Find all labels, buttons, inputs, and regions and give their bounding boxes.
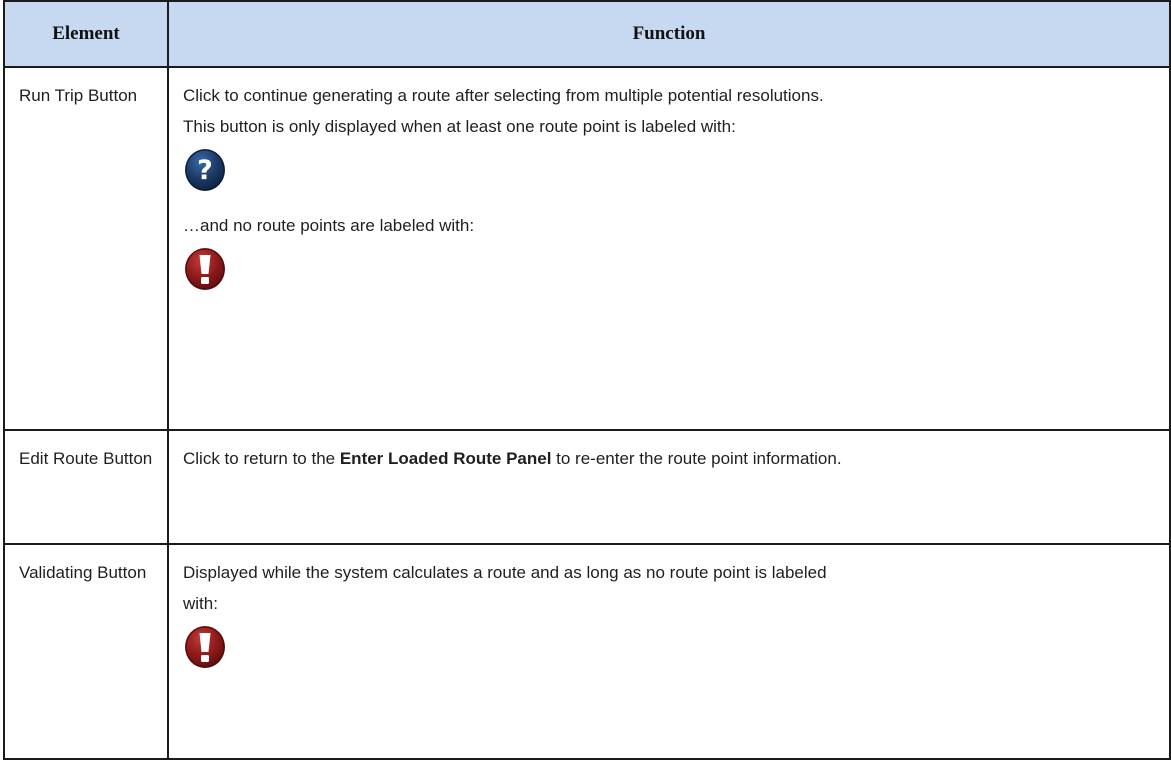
- svg-text:?: ?: [197, 155, 213, 186]
- function-text: to re-enter the route point information.: [551, 449, 842, 468]
- element-function-table: Element Function Run Trip Button Click t…: [3, 0, 1171, 760]
- panel-name: Enter Loaded Route Panel: [339, 449, 552, 468]
- element-cell-run-trip: Run Trip Button: [3, 66, 169, 431]
- table-row: Run Trip Button Click to continue genera…: [3, 66, 1171, 431]
- table-header-row: Element Function: [3, 0, 1171, 68]
- element-cell-edit-route: Edit Route Button: [3, 429, 169, 545]
- table-row: Validating Button Displayed while the sy…: [3, 543, 1171, 760]
- function-text: Click to return to the: [183, 449, 340, 468]
- element-cell-validating: Validating Button: [3, 543, 169, 760]
- function-cell-validating: Displayed while the system calculates a …: [167, 543, 1171, 760]
- header-function: Function: [167, 0, 1171, 68]
- function-text: This button is only displayed when at le…: [183, 117, 736, 136]
- header-element: Element: [3, 0, 169, 68]
- function-cell-edit-route: Click to return to the Enter Loaded Rout…: [167, 429, 1171, 545]
- exclamation-mark-icon: [184, 247, 226, 291]
- table-row: Edit Route Button Click to return to the…: [3, 429, 1171, 545]
- function-text: Displayed while the system calculates a …: [183, 563, 827, 582]
- function-text: with:: [183, 594, 218, 613]
- function-cell-run-trip: Click to continue generating a route aft…: [167, 66, 1171, 431]
- function-text: …and no route points are labeled with:: [183, 216, 475, 235]
- question-mark-icon: ?: [184, 148, 226, 192]
- function-text: Click to continue generating a route aft…: [183, 86, 824, 105]
- exclamation-mark-icon: [184, 625, 226, 669]
